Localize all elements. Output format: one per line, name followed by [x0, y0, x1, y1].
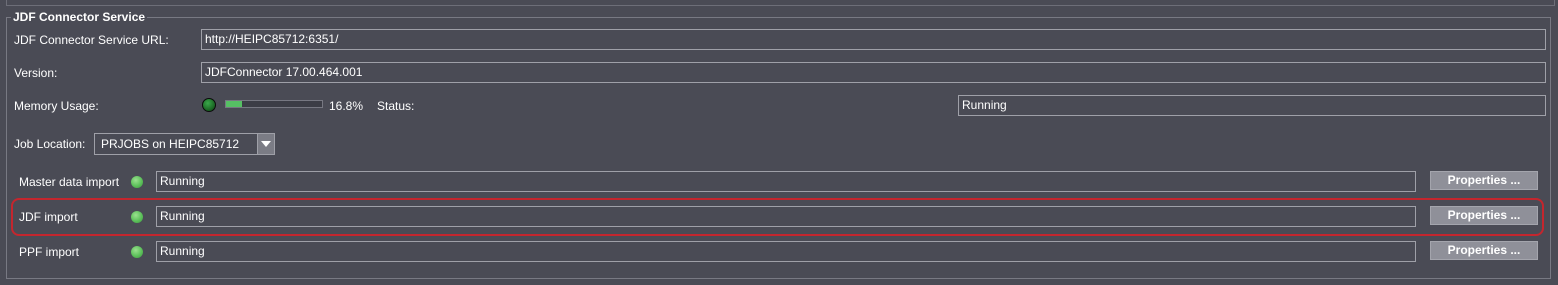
job-location-label: Job Location:: [14, 137, 86, 151]
memory-usage-percent: 16.8%: [329, 99, 364, 113]
ppf-import-properties-button[interactable]: Properties ...: [1430, 241, 1538, 260]
master-data-status-field[interactable]: Running: [156, 171, 1416, 192]
url-label: JDF Connector Service URL:: [14, 33, 169, 47]
previous-panel-edge: [6, 0, 1555, 6]
master-data-properties-button[interactable]: Properties ...: [1430, 171, 1538, 190]
memory-usage-label: Memory Usage:: [14, 99, 99, 113]
jdf-import-label: JDF import: [19, 210, 78, 224]
version-field[interactable]: JDFConnector 17.00.464.001: [201, 62, 1546, 83]
status-label: Status:: [377, 99, 415, 113]
jdf-import-properties-button[interactable]: Properties ...: [1430, 206, 1538, 225]
memory-status-led-icon: [202, 98, 216, 112]
ppf-import-label: PPF import: [19, 245, 80, 259]
url-field[interactable]: http://HEIPC85712:6351/: [201, 29, 1546, 50]
jdf-import-status-field[interactable]: Running: [156, 206, 1416, 227]
job-location-select[interactable]: PRJOBS on HEIPC85712: [94, 133, 275, 155]
jdf-import-status-led-icon: [131, 211, 143, 223]
memory-usage-bar: [225, 100, 323, 108]
master-data-import-label: Master data import: [19, 175, 120, 189]
chevron-down-icon[interactable]: [257, 134, 274, 154]
job-location-selected-value: PRJOBS on HEIPC85712: [101, 137, 240, 151]
group-title: JDF Connector Service: [11, 10, 148, 24]
ppf-import-status-field[interactable]: Running: [156, 241, 1416, 262]
master-data-status-led-icon: [131, 176, 143, 188]
ppf-import-status-led-icon: [131, 246, 143, 258]
version-label: Version:: [14, 66, 58, 80]
status-field[interactable]: Running: [958, 95, 1546, 116]
memory-usage-bar-fill: [226, 101, 243, 107]
